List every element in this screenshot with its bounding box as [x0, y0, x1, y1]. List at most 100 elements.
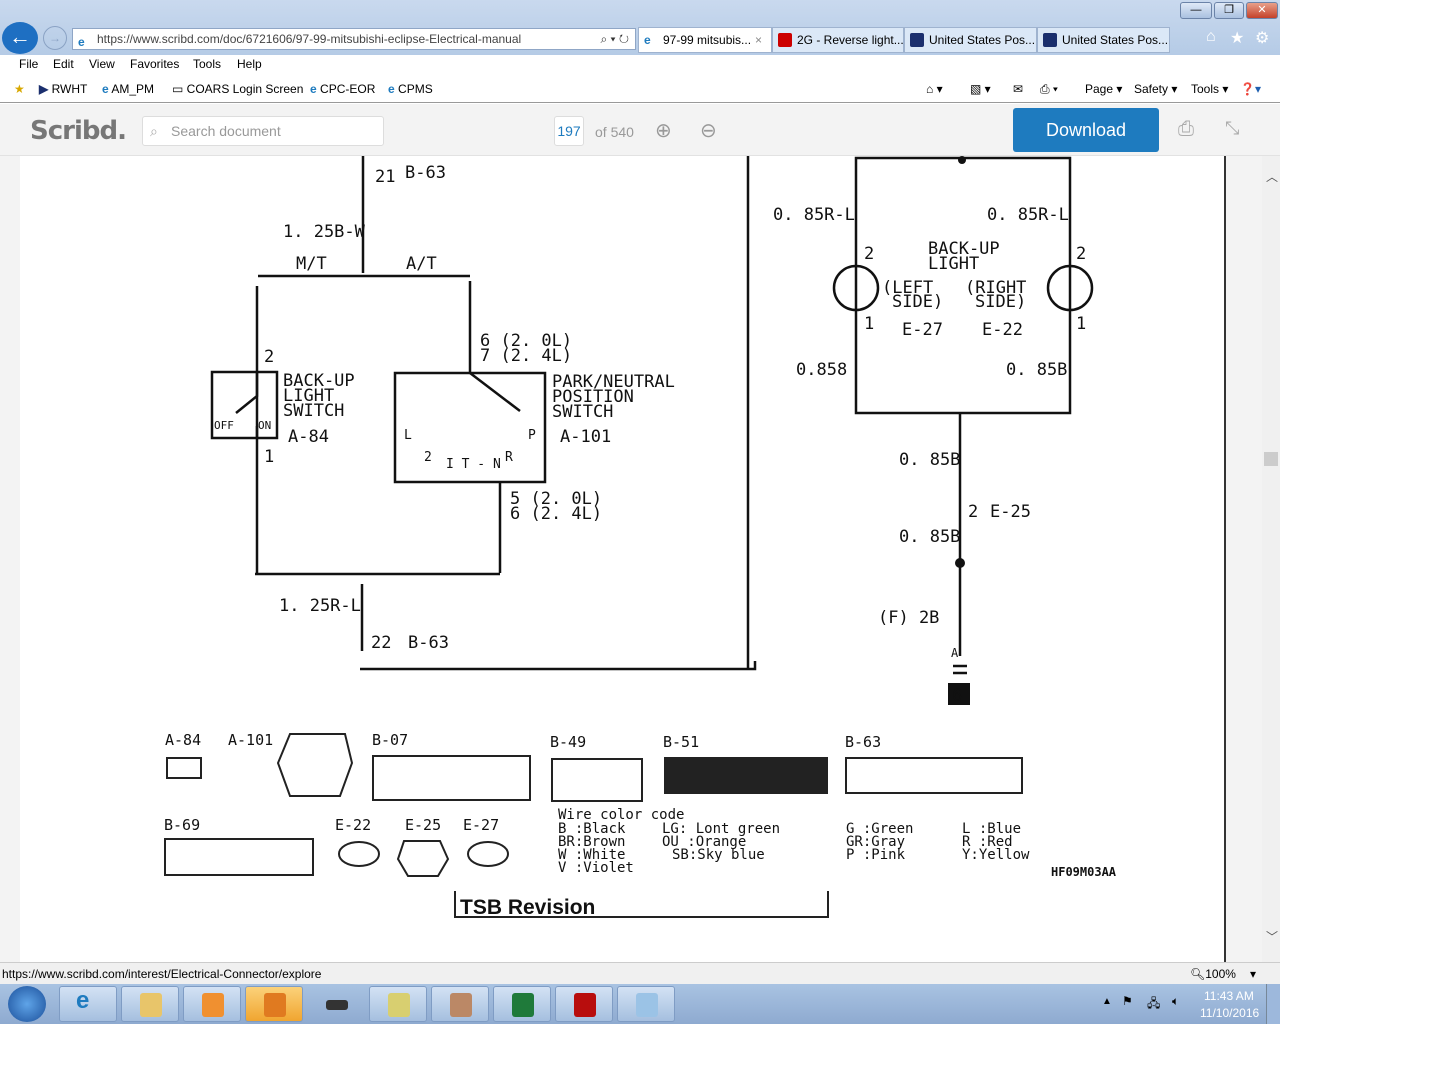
taskbar-media-player[interactable]	[183, 986, 241, 1022]
volume-icon[interactable]: 🔈︎	[1172, 994, 1179, 1009]
favorites-star-icon[interactable]: ★	[1230, 28, 1244, 48]
taskbar-acrobat[interactable]	[555, 986, 613, 1022]
page-number-input[interactable]: 197	[554, 116, 584, 146]
scroll-down-icon[interactable]: ﹀	[1266, 928, 1278, 945]
taskbar-scanner[interactable]	[307, 986, 365, 1022]
zoom-out-icon[interactable]: ⊖	[700, 118, 717, 143]
forward-button[interactable]: →	[43, 26, 67, 50]
address-bar[interactable]: e https://www.scribd.com/doc/6721606/97-9…	[72, 28, 636, 50]
show-desktop-button[interactable]	[1266, 984, 1280, 1024]
fav-rwht[interactable]: ▶ RWHT	[39, 82, 87, 96]
tab-usps-1[interactable]: United States Pos...	[904, 27, 1037, 53]
print-icon[interactable]: ⎙	[1178, 118, 1194, 141]
scanner-icon	[326, 1000, 348, 1010]
pin-label: 22	[371, 633, 391, 653]
menu-tools[interactable]: Tools	[193, 57, 221, 71]
home-icon[interactable]: ⌂	[1206, 28, 1216, 46]
add-favorite-star-icon[interactable]: ★	[14, 82, 25, 96]
gear-icon[interactable]: ⚙	[1255, 28, 1269, 48]
menu-and-favorites-bar: File Edit View Favorites Tools Help ★ ▶ …	[0, 55, 1280, 103]
menu-favorites[interactable]: Favorites	[130, 57, 179, 71]
print-icon[interactable]: ⎙ ▾	[1040, 82, 1058, 97]
exit-fullscreen-icon[interactable]: ⤡	[1225, 118, 1239, 139]
ground-pin-label: A	[951, 646, 959, 660]
zoom-in-icon[interactable]: ⊕	[655, 118, 672, 143]
wire-color-entry: SB:Sky blue	[672, 847, 765, 863]
taskbar-gimp[interactable]	[431, 986, 489, 1022]
fav-am-pm[interactable]: e AM_PM	[102, 82, 154, 96]
windows-taskbar: e ▲ ⚑ 🖧 🔈︎ 11:43 AM 11/10/2016	[0, 984, 1280, 1024]
connector-label: E-25	[405, 816, 441, 834]
start-button[interactable]	[8, 986, 46, 1022]
cmd-label: Page	[1085, 82, 1114, 96]
menu-file[interactable]: File	[19, 57, 38, 71]
tab-reverse-light[interactable]: 2G - Reverse light...	[772, 27, 904, 53]
fav-label: CPC-EOR	[320, 82, 376, 96]
scribd-logo[interactable]: Scribd.	[30, 116, 127, 146]
close-window-button[interactable]: ✕	[1246, 2, 1278, 19]
taskbar-internet-explorer[interactable]: e	[59, 986, 117, 1022]
search-icon: ⌕	[150, 123, 158, 139]
splice-dot	[958, 156, 966, 164]
ie-icon: e	[644, 33, 651, 47]
cmd-label: Tools	[1191, 82, 1220, 96]
status-bar: https://www.scribd.com/interest/Electric…	[0, 962, 1280, 984]
menu-help[interactable]: Help	[237, 57, 262, 71]
figure-code: HF09M03AA	[1051, 865, 1117, 879]
document-viewer: ︿ ﹀ 21 B-63 1. 25B-W M/T A/T 2 BACK-UP L…	[0, 156, 1280, 962]
show-hidden-icons[interactable]: ▲	[1102, 996, 1112, 1007]
restore-button[interactable]: ❐	[1214, 2, 1244, 19]
wire-color-entry: Y:Yellow	[962, 847, 1030, 863]
feeds-icon[interactable]: ▧ ▾	[970, 82, 991, 96]
safety-menu[interactable]: Safety ▾	[1134, 82, 1177, 96]
flag-icon[interactable]: ⚑	[1122, 994, 1133, 1008]
scribd-toolbar: Scribd. ⌕ Search document 197 of 540 ⊕ ⊖ …	[0, 104, 1280, 156]
scroll-thumb[interactable]	[1264, 452, 1278, 466]
back-button[interactable]: ←	[2, 22, 38, 54]
taskbar-outlook[interactable]	[245, 986, 303, 1022]
connector-e22-label: E-22	[982, 320, 1023, 340]
taskbar-file-explorer[interactable]	[121, 986, 179, 1022]
download-button[interactable]: Download	[1013, 108, 1159, 152]
menu-view[interactable]: View	[89, 57, 115, 71]
p-label: P	[528, 428, 536, 443]
clock-date[interactable]: 11/10/2016	[1200, 1006, 1259, 1020]
fav-cpms[interactable]: e CPMS	[388, 82, 433, 96]
pin-label: 6 (2. 4L)	[510, 504, 602, 524]
pin-label: 1	[264, 447, 274, 467]
zoom-icon: 🔍︎	[1190, 967, 1206, 981]
tools-menu[interactable]: Tools ▾	[1191, 82, 1228, 96]
mail-icon[interactable]: ✉	[1013, 82, 1023, 96]
taskbar-folder[interactable]	[369, 986, 427, 1022]
minimize-button[interactable]: —	[1180, 2, 1212, 19]
status-url: https://www.scribd.com/interest/Electric…	[2, 967, 322, 981]
zoom-dropdown-icon[interactable]: ▾	[1250, 963, 1256, 985]
mt-label: M/T	[296, 254, 327, 274]
excel-icon	[512, 993, 534, 1017]
zoom-level[interactable]: 🔍︎100%	[1190, 963, 1236, 985]
ground-label: 6	[952, 686, 962, 706]
menu-edit[interactable]: Edit	[53, 57, 74, 71]
clock-time[interactable]: 11:43 AM	[1204, 989, 1254, 1003]
network-icon[interactable]: 🖧	[1147, 994, 1160, 1015]
fav-coars[interactable]: ▭ COARS Login Screen	[172, 82, 303, 96]
pin-label: 2	[864, 244, 874, 264]
search-refresh-icon[interactable]: ⌕ ▾ ↻	[600, 29, 629, 49]
tab-usps-2[interactable]: United States Pos...	[1037, 27, 1170, 53]
taskbar-paint[interactable]	[617, 986, 675, 1022]
wire-label: 1. 25B-W	[283, 222, 366, 242]
taskbar-excel[interactable]	[493, 986, 551, 1022]
page-menu[interactable]: Page ▾	[1085, 82, 1122, 96]
connector-label: B-07	[372, 731, 408, 749]
tab-mitsubishi[interactable]: e 97-99 mitsubis... ×	[638, 27, 772, 53]
close-tab-icon[interactable]: ×	[755, 33, 762, 47]
connector-b63-label: B-63	[405, 163, 446, 183]
scroll-up-icon[interactable]: ︿	[1266, 168, 1278, 185]
help-icon[interactable]: ❓▾	[1240, 82, 1261, 96]
search-document-input[interactable]: ⌕ Search document	[142, 116, 384, 146]
fav-cpc-eor[interactable]: e CPC-EOR	[310, 82, 375, 96]
home-dropdown-icon[interactable]: ⌂ ▾	[926, 82, 943, 96]
pin-label: 2	[1076, 244, 1086, 264]
l-label: L	[404, 428, 412, 443]
scrollbar[interactable]: ︿ ﹀	[1262, 156, 1280, 962]
